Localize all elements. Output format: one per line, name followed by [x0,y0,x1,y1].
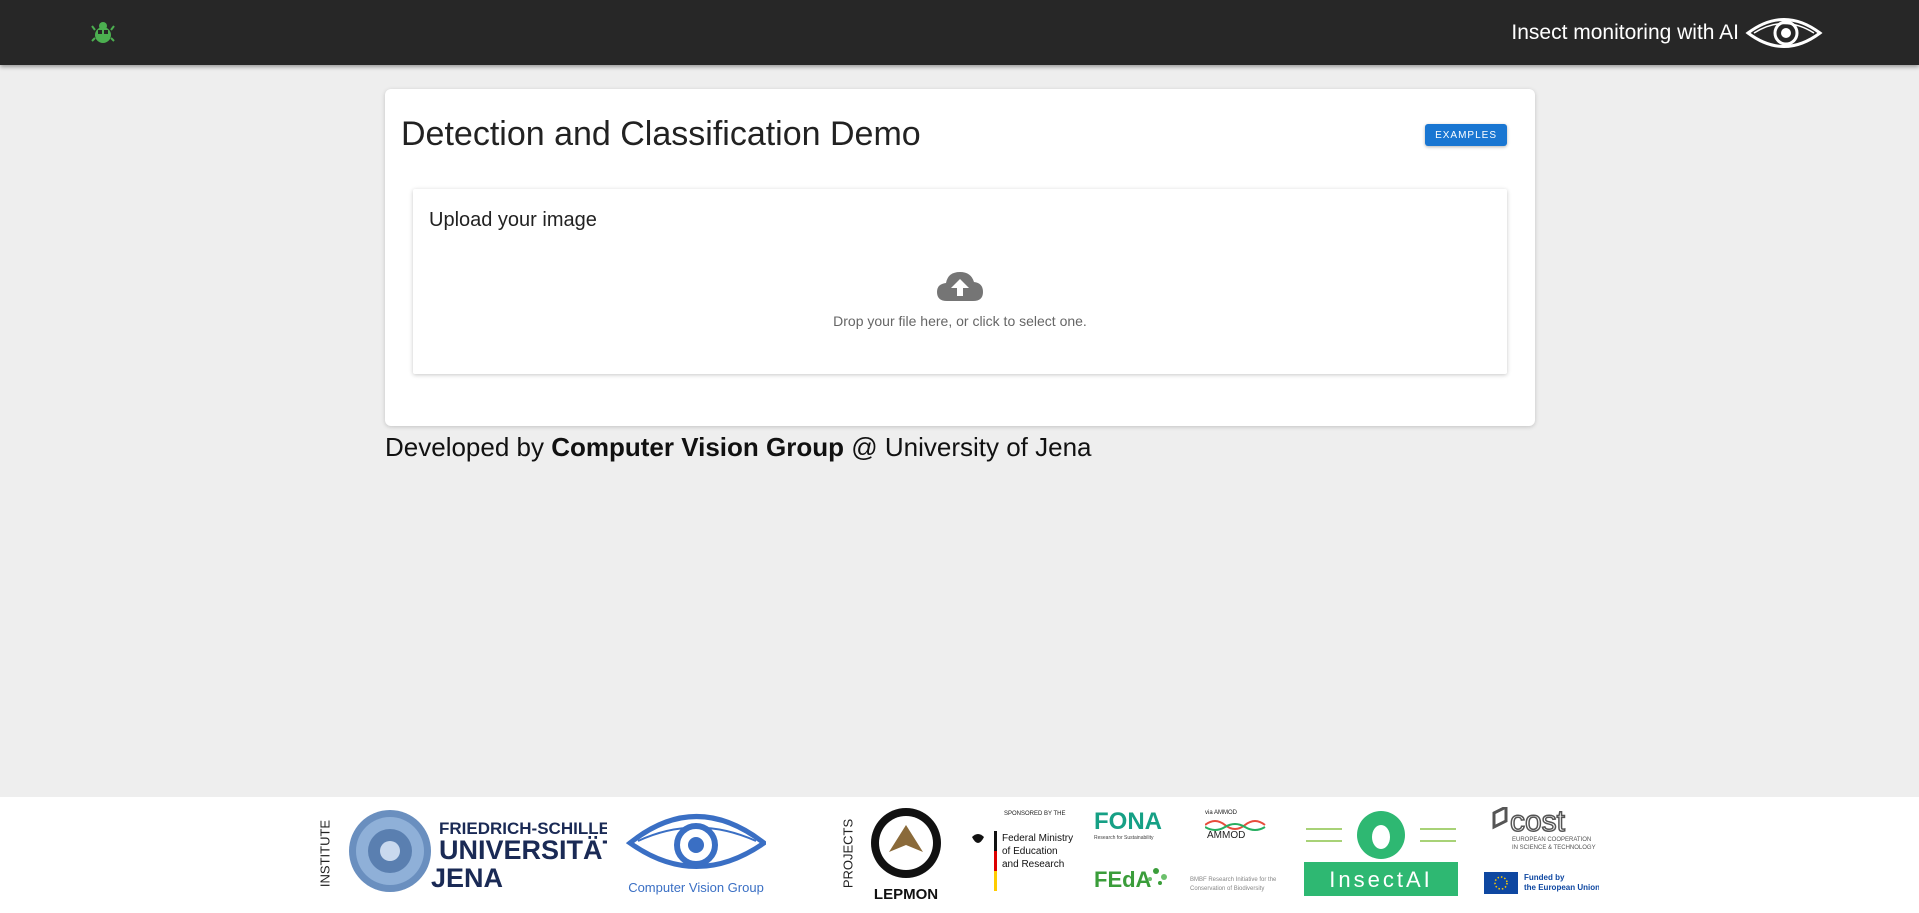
bmbf-sponsored: SPONSORED BY THE [1004,811,1065,817]
bmbf-logo[interactable]: SPONSORED BY THE Federal Ministry of Edu… [964,807,1074,903]
lepmon-name: LEPMON [874,886,938,903]
dropzone-hint: Drop your file here, or click to select … [833,313,1087,329]
lepmon-logo[interactable]: LEPMON [869,807,943,903]
bmbf-line1: Federal Ministry [1002,833,1073,844]
feda-tag1: BMBF Research Initiative for the [1190,877,1277,883]
insectai-logo[interactable]: InsectAI [1302,807,1460,905]
computer-vision-group-link[interactable]: Computer Vision Group [551,432,844,462]
projects-label: PROJECTS [840,818,856,889]
fona-tag: Research for Sustainability [1094,835,1154,841]
upload-title: Upload your image [429,209,597,231]
ammod-logo[interactable]: via AMMOD AMMOD [1205,807,1281,841]
eu-funded-logo[interactable]: Funded by the European Union [1484,870,1599,896]
eye-icon [1745,18,1823,48]
fona-name: FONA [1094,808,1162,835]
ammod-name: AMMOD [1207,830,1245,841]
ammod-top: via AMMOD [1205,810,1238,816]
credit-suffix: @ University of Jena [844,432,1092,462]
cost-line1: EUROPEAN COOPERATION [1512,837,1591,843]
fona-logo[interactable]: FONA Research for Sustainability [1094,807,1164,841]
sponsor-footer: INSTITUTE FRIEDRICH-SCHILLER- UNIVERSITÄ… [0,797,1919,913]
credit-prefix: Developed by [385,432,552,462]
cvg-logo[interactable]: Computer Vision Group [626,808,766,896]
developer-credit: Developed by Computer Vision Group @ Uni… [385,432,1091,463]
uni-jena-logo[interactable]: FRIEDRICH-SCHILLER- UNIVERSITÄT JENA [347,808,607,894]
examples-button[interactable]: EXAMPLES [1425,124,1507,146]
cvg-name: Computer Vision Group [628,880,764,895]
uni-line2: UNIVERSITÄT [439,835,607,865]
demo-card: Detection and Classification Demo EXAMPL… [385,89,1535,426]
top-app-bar: Insect monitoring with AI [0,0,1919,65]
feda-name: FEdA [1094,867,1152,892]
cost-name: cost [1510,807,1566,838]
bmbf-line3: and Research [1002,859,1064,870]
institute-label: INSTITUTE [317,819,333,888]
upload-panel: Upload your image Drop your file here, o… [413,189,1507,374]
cloud-upload-icon [937,272,983,301]
cost-logo[interactable]: cost EUROPEAN COOPERATION IN SCIENCE & T… [1484,807,1599,853]
app-title: Insect monitoring with AI [1511,21,1739,44]
feda-logo[interactable]: FEdA BMBF Research Initiative for the Co… [1094,859,1284,895]
eu-line1: Funded by [1524,873,1565,882]
insectai-name: InsectAI [1329,867,1432,892]
bmbf-line2: of Education [1002,846,1058,857]
feda-tag2: Conservation of Biodiversity [1190,886,1264,892]
file-dropzone[interactable]: Drop your file here, or click to select … [413,269,1507,349]
bug-icon[interactable] [90,20,116,46]
eu-line2: the European Union [1524,883,1599,892]
cost-line2: IN SCIENCE & TECHNOLOGY [1512,845,1596,851]
uni-line3: JENA [431,863,503,893]
page-title: Detection and Classification Demo [401,115,921,153]
